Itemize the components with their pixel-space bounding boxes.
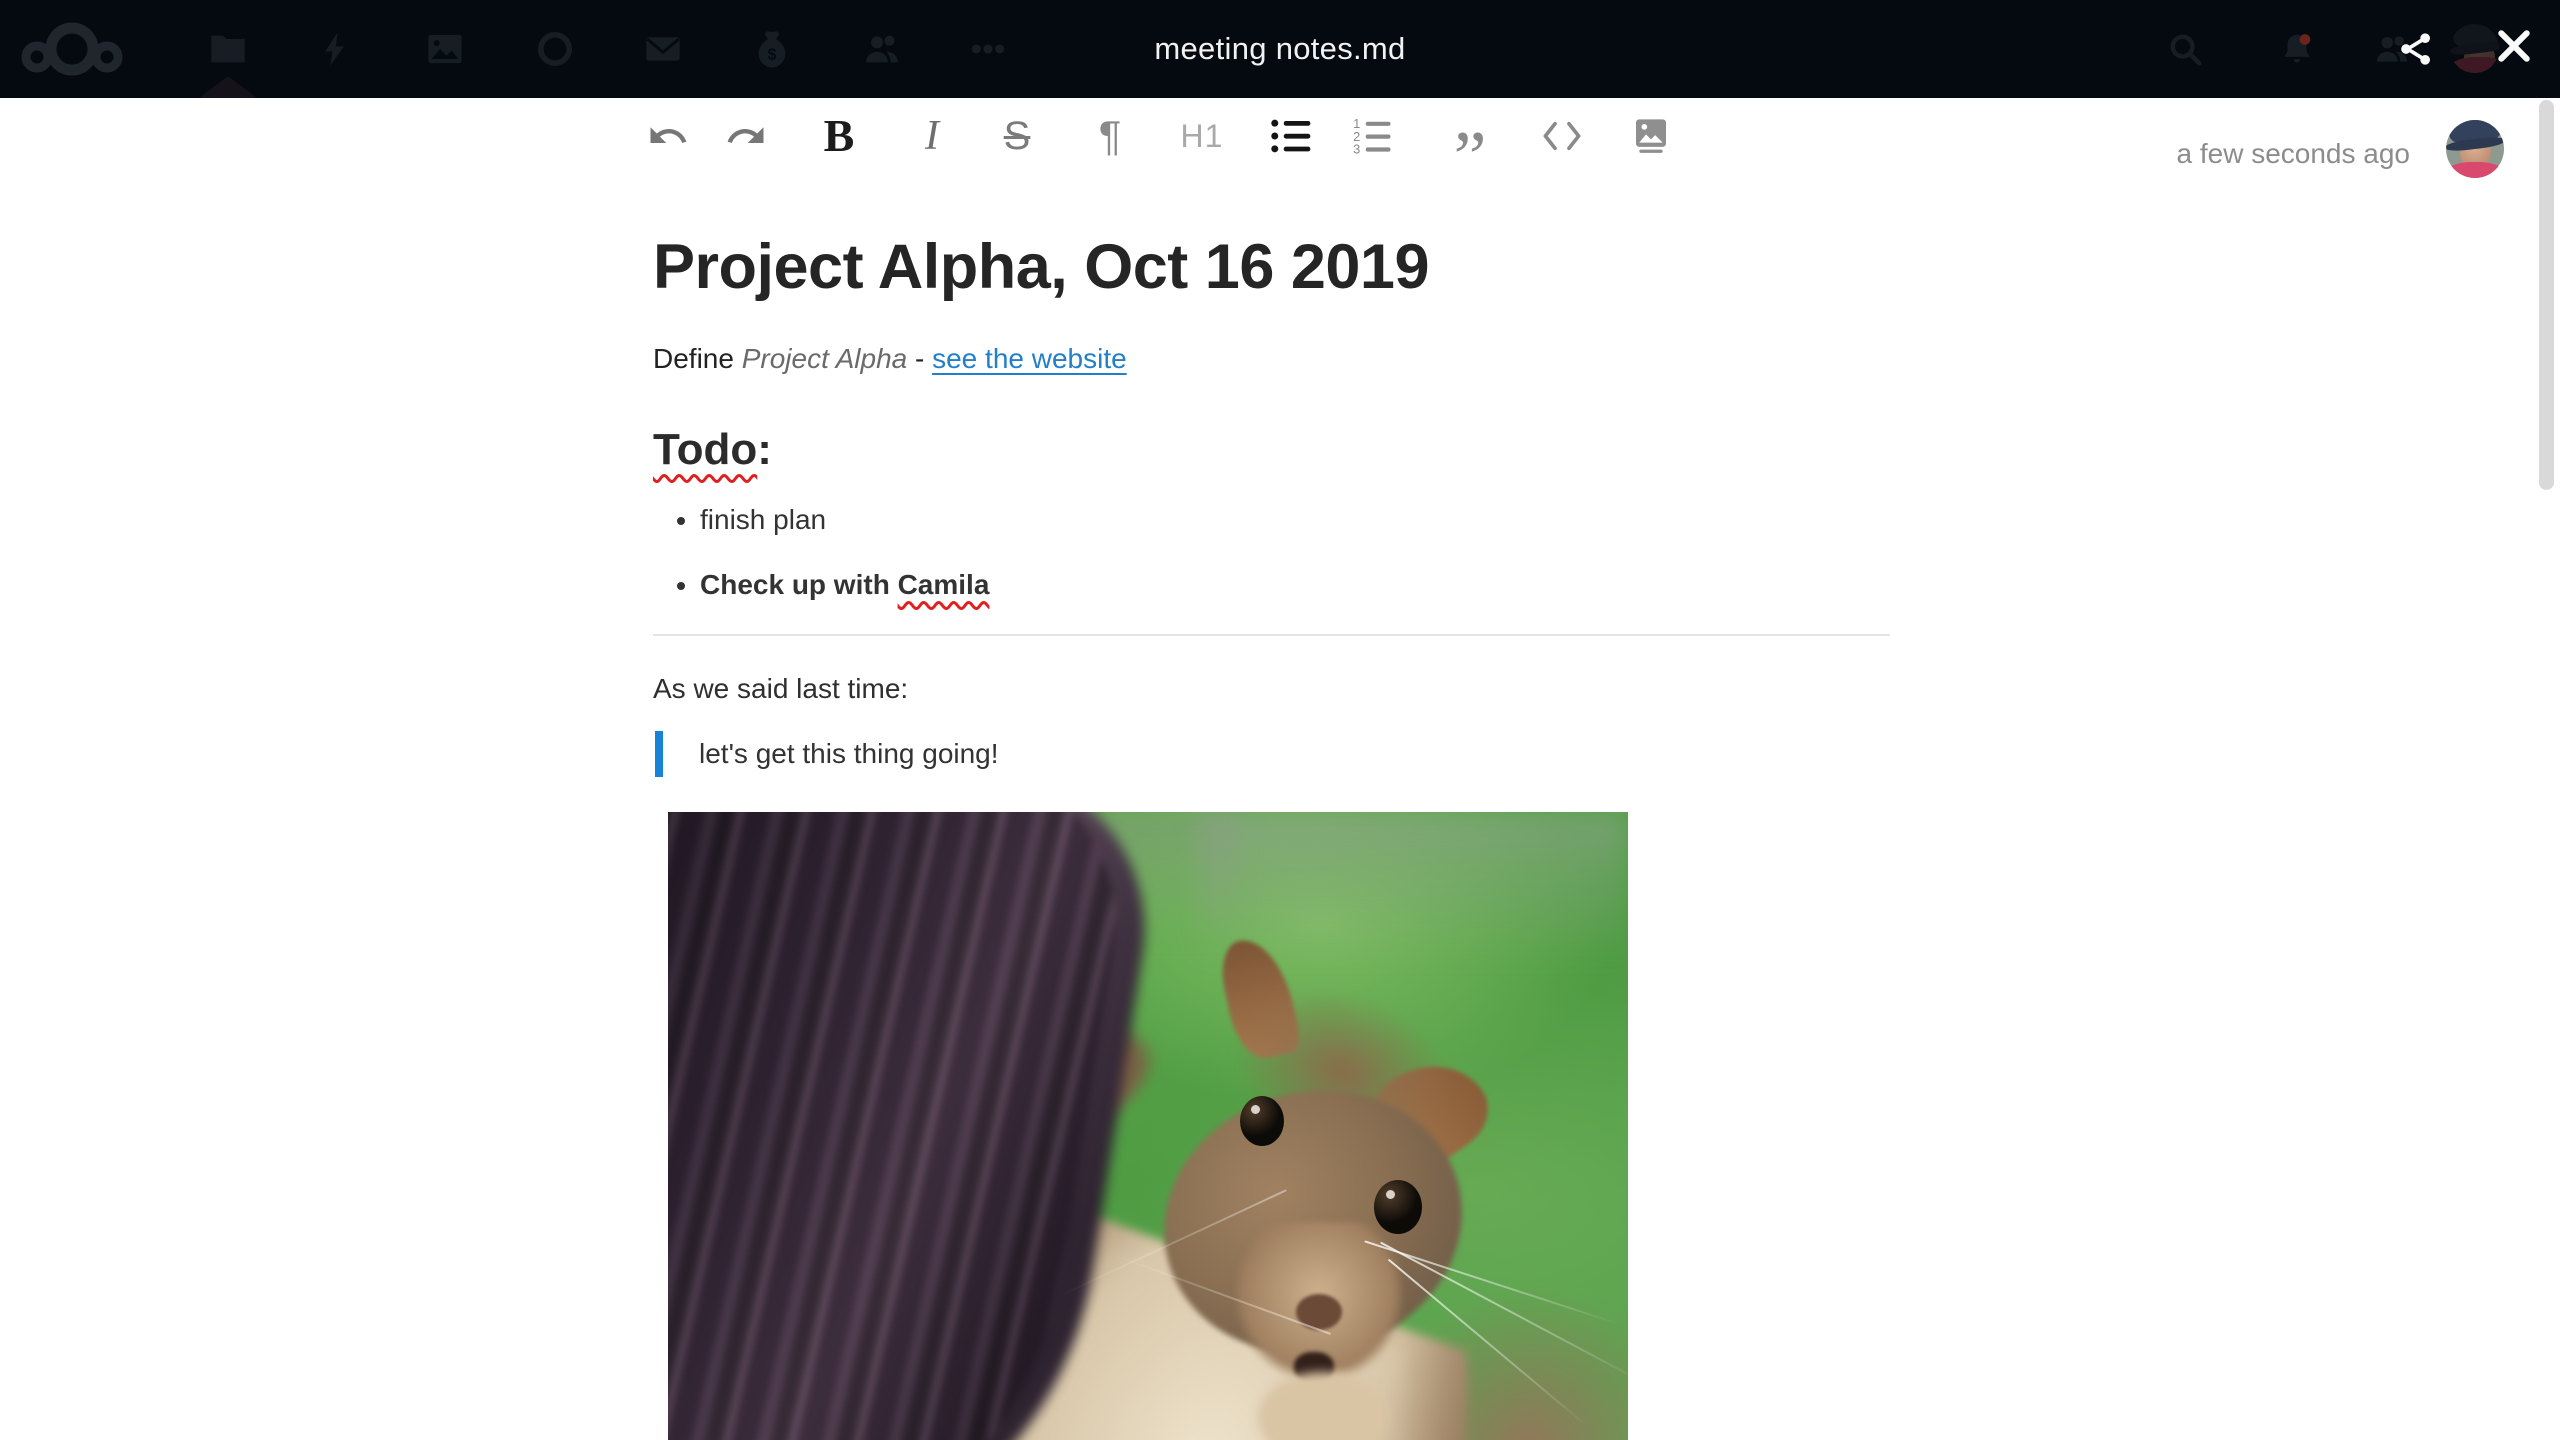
- bold-icon: B: [823, 110, 855, 161]
- notification-badge: [2299, 34, 2311, 45]
- insert-image-button[interactable]: [1621, 106, 1681, 166]
- svg-text:3: 3: [1353, 142, 1360, 155]
- last-saved-status: a few seconds ago: [2176, 138, 2411, 169]
- paragraph-button[interactable]: ¶: [1080, 106, 1140, 166]
- share-icon[interactable]: [2381, 0, 2451, 98]
- image-art-haze: [1198, 812, 1628, 962]
- undo-button[interactable]: [638, 106, 698, 166]
- code-block-button[interactable]: [1532, 106, 1592, 166]
- blockquote[interactable]: let's get this thing going!: [655, 731, 999, 777]
- list-item-text: finish plan: [700, 504, 827, 535]
- nextcloud-header: $ meeting notes.md: [0, 0, 2560, 98]
- ordered-list-icon: 1 2 3: [1353, 117, 1391, 155]
- blockquote-button[interactable]: ”: [1440, 106, 1500, 166]
- heading1-icon: H1: [1180, 118, 1224, 154]
- scrollbar-thumb[interactable]: [2539, 100, 2554, 490]
- code-icon: [1543, 121, 1581, 151]
- strikethrough-icon: S: [1003, 114, 1031, 158]
- todo-heading[interactable]: Todo:: [653, 424, 772, 476]
- intro-define: Define: [653, 343, 742, 374]
- todo-word-misspelled: Todo: [653, 425, 758, 474]
- misspelled-name: Camila: [897, 569, 990, 600]
- avatar-shirt: [2447, 162, 2503, 178]
- image-art-squirrel-eye: [1374, 1180, 1422, 1234]
- ordered-list-button[interactable]: 1 2 3: [1344, 106, 1404, 166]
- blockquote-icon: ”: [1453, 117, 1487, 166]
- intro-dash: -: [907, 343, 933, 374]
- intro-project-name: Project Alpha: [741, 343, 908, 374]
- document-title[interactable]: Project Alpha, Oct 16 2019: [653, 232, 1890, 302]
- heading1-button[interactable]: H1: [1172, 106, 1232, 166]
- notifications-bell-icon[interactable]: [2262, 0, 2332, 98]
- body-paragraph[interactable]: As we said last time:: [653, 670, 908, 708]
- close-icon[interactable]: [2492, 24, 2536, 68]
- bullet-list-icon: [1271, 119, 1311, 153]
- bold-button[interactable]: B: [809, 106, 869, 166]
- blockquote-bar: [655, 731, 663, 777]
- insert-image-icon: [1636, 119, 1666, 153]
- website-link[interactable]: see the website: [932, 343, 1127, 374]
- session-avatar: [2446, 120, 2504, 178]
- paragraph-icon: ¶: [1098, 112, 1122, 159]
- blockquote-text: let's get this thing going!: [699, 738, 999, 769]
- document-image-squirrel[interactable]: [668, 812, 1628, 1440]
- todo-list[interactable]: finish plan Check up with Camila: [653, 504, 1890, 634]
- italic-button[interactable]: I: [902, 106, 962, 166]
- bullet-list-button[interactable]: [1262, 106, 1322, 166]
- todo-colon: :: [757, 425, 772, 474]
- horizontal-rule: [653, 634, 1890, 636]
- list-item-text: Check up with: [700, 569, 898, 600]
- italic-icon: I: [925, 113, 939, 159]
- redo-button[interactable]: [716, 106, 776, 166]
- intro-paragraph[interactable]: Define Project Alpha - see the website: [653, 340, 1127, 378]
- list-item[interactable]: finish plan: [700, 504, 1890, 535]
- search-icon[interactable]: [2150, 0, 2220, 98]
- text-editor-viewer: $ meeting notes.md B I S ¶ H1 1 2 3 ” a …: [0, 0, 2560, 1440]
- active-app-pointer: [199, 76, 257, 98]
- list-item[interactable]: Check up with Camila: [700, 569, 1890, 600]
- image-art-squirrel-eye: [1240, 1096, 1284, 1146]
- strikethrough-button[interactable]: S: [987, 106, 1047, 166]
